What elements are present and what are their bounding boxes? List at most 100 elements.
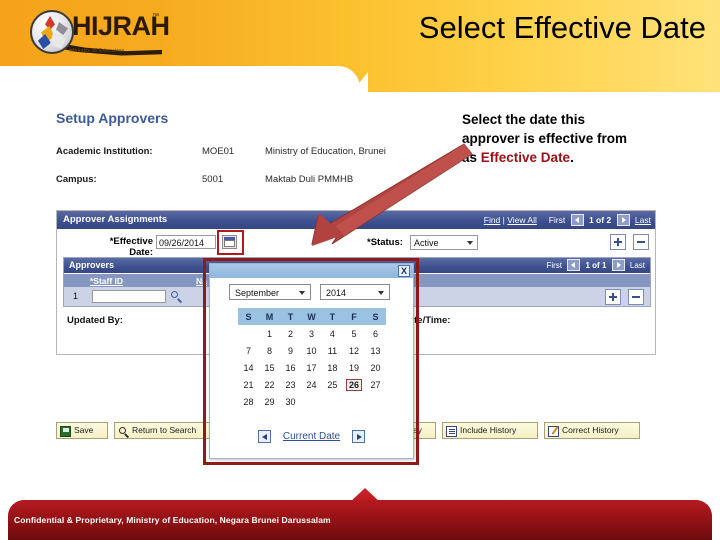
calendar-day-14[interactable]: 14 bbox=[238, 359, 259, 376]
calendar-week-row: 28 29 30 bbox=[238, 393, 386, 410]
calendar-day-empty bbox=[238, 325, 259, 342]
approvers-grid-nav: First 1 of 1 Last bbox=[546, 258, 645, 273]
chevron-right-icon[interactable] bbox=[351, 430, 365, 444]
calendar-day-21[interactable]: 21 bbox=[238, 376, 259, 393]
calendar-day-27[interactable]: 27 bbox=[365, 376, 386, 393]
campus-label: Campus: bbox=[56, 174, 97, 185]
year-select[interactable]: 2014 bbox=[320, 284, 390, 300]
calendar-day-2[interactable]: 2 bbox=[280, 325, 301, 342]
campus-code: 5001 bbox=[202, 174, 224, 185]
weekday-header-6: S bbox=[365, 308, 386, 325]
calendar-day-19[interactable]: 19 bbox=[343, 359, 365, 376]
chevron-left-icon[interactable] bbox=[258, 430, 272, 444]
screenshot-page-title: Setup Approvers bbox=[56, 110, 169, 126]
calendar-day-28[interactable]: 28 bbox=[238, 393, 259, 410]
calendar-day-11[interactable]: 11 bbox=[322, 342, 343, 359]
approvers-first-label[interactable]: First bbox=[546, 261, 562, 270]
current-date-link[interactable]: Current Date bbox=[283, 431, 340, 442]
calendar-day-10[interactable]: 10 bbox=[301, 342, 322, 359]
footer-text: Confidential & Proprietary, Ministry of … bbox=[14, 515, 331, 525]
calendar-day-12[interactable]: 12 bbox=[343, 342, 365, 359]
calendar-day-20[interactable]: 20 bbox=[365, 359, 386, 376]
calendar-day-18[interactable]: 18 bbox=[322, 359, 343, 376]
approvers-title: Approvers bbox=[69, 260, 115, 270]
save-button[interactable]: Save bbox=[56, 422, 108, 439]
nav-separator: | bbox=[502, 215, 505, 225]
calendar-day-7[interactable]: 7 bbox=[238, 342, 259, 359]
note-highlight: Effective Date bbox=[480, 150, 571, 165]
chevron-down-icon bbox=[378, 291, 384, 295]
approvers-row-controls bbox=[602, 289, 644, 307]
approvers-prev-icon[interactable] bbox=[567, 258, 581, 271]
chevron-down-icon bbox=[299, 291, 305, 295]
close-icon[interactable]: X bbox=[398, 265, 410, 277]
calendar-day-1[interactable]: 1 bbox=[259, 325, 280, 342]
weekday-header-4: T bbox=[321, 308, 343, 325]
calendar-titlebar bbox=[210, 264, 413, 278]
calendar-day-17[interactable]: 17 bbox=[301, 359, 322, 376]
header-notch bbox=[0, 66, 360, 92]
calendar-day-13[interactable]: 13 bbox=[365, 342, 386, 359]
academic-institution-code: MOE01 bbox=[202, 146, 235, 157]
calendar-day-23[interactable]: 23 bbox=[280, 376, 301, 393]
search-icon bbox=[118, 426, 129, 437]
weekday-header-1: M bbox=[258, 308, 280, 325]
approvers-last-label[interactable]: Last bbox=[630, 261, 645, 270]
panel-title: Approver Assignments bbox=[63, 214, 168, 225]
row-number: 1 bbox=[73, 291, 79, 301]
document-icon bbox=[446, 426, 457, 437]
calendar-day-8[interactable]: 8 bbox=[259, 342, 280, 359]
calendar-day-3[interactable]: 3 bbox=[301, 325, 322, 342]
note-line-1: Select the date this bbox=[462, 112, 586, 127]
calendar-day-6[interactable]: 6 bbox=[365, 325, 386, 342]
include-history-button[interactable]: Include History bbox=[442, 422, 538, 439]
last-link[interactable]: Last bbox=[635, 215, 651, 225]
weekday-header-3: W bbox=[300, 308, 322, 325]
weekday-header-0: S bbox=[238, 308, 259, 325]
calendar-day-5[interactable]: 5 bbox=[343, 325, 365, 342]
calendar-popup: X September 2014 SMTWTFS 1 2 3 4 5 6 7 8 9 10 11 12… bbox=[209, 263, 414, 459]
month-select[interactable]: September bbox=[229, 284, 311, 300]
next-row-icon[interactable] bbox=[616, 213, 630, 226]
calendar-day-empty bbox=[343, 393, 365, 410]
calendar-day-29[interactable]: 29 bbox=[259, 393, 280, 410]
calendar-day-25[interactable]: 25 bbox=[322, 376, 343, 393]
calendar-grid: SMTWTFS 1 2 3 4 5 6 7 8 9 10 11 12 13 14 15 16 17 18 19 20 2… bbox=[238, 308, 386, 410]
calendar-day-empty bbox=[301, 393, 322, 410]
delete-row-button[interactable] bbox=[633, 234, 649, 250]
calendar-week-row: 14 15 16 17 18 19 20 bbox=[238, 359, 386, 376]
calendar-footer: Current Date bbox=[210, 428, 413, 446]
first-label[interactable]: First bbox=[549, 215, 566, 225]
disk-icon bbox=[60, 426, 71, 437]
column-staff-id[interactable]: *Staff ID bbox=[86, 274, 186, 288]
pencil-icon bbox=[548, 426, 559, 437]
calendar-day-selected[interactable]: 26 bbox=[343, 376, 365, 393]
calendar-day-empty bbox=[365, 393, 386, 410]
calendar-selectors: September 2014 bbox=[229, 284, 399, 300]
calendar-day-15[interactable]: 15 bbox=[259, 359, 280, 376]
effective-date-label: *Effective Date: bbox=[109, 236, 153, 258]
approvers-next-icon[interactable] bbox=[611, 258, 625, 271]
view-all-link[interactable]: View All bbox=[507, 215, 537, 225]
calendar-day-30[interactable]: 30 bbox=[280, 393, 301, 410]
staff-id-input[interactable] bbox=[92, 290, 166, 303]
prev-row-icon[interactable] bbox=[570, 213, 584, 226]
calendar-day-16[interactable]: 16 bbox=[280, 359, 301, 376]
approvers-delete-row-button[interactable] bbox=[628, 289, 644, 305]
effective-date-input[interactable]: 09/26/2014 bbox=[156, 235, 216, 249]
correct-history-button[interactable]: Correct History bbox=[544, 422, 640, 439]
calendar-day-22[interactable]: 22 bbox=[259, 376, 280, 393]
add-row-button[interactable] bbox=[609, 234, 626, 250]
calendar-icon-highlight bbox=[217, 230, 244, 255]
logo-trademark: ™ bbox=[152, 13, 159, 20]
calendar-day-empty bbox=[322, 393, 343, 410]
calendar-day-24[interactable]: 24 bbox=[301, 376, 322, 393]
calendar-day-9[interactable]: 9 bbox=[280, 342, 301, 359]
calendar-day-4[interactable]: 4 bbox=[322, 325, 343, 342]
calendar-weekday-row: SMTWTFS bbox=[238, 308, 386, 325]
panel-header-nav: Find | View All First 1 of 2 Last bbox=[484, 211, 651, 229]
find-link[interactable]: Find bbox=[484, 215, 501, 225]
calendar-week-row: 7 8 9 10 11 12 13 bbox=[238, 342, 386, 359]
approvers-add-row-button[interactable] bbox=[604, 289, 621, 305]
magnifier-icon[interactable] bbox=[170, 290, 183, 303]
